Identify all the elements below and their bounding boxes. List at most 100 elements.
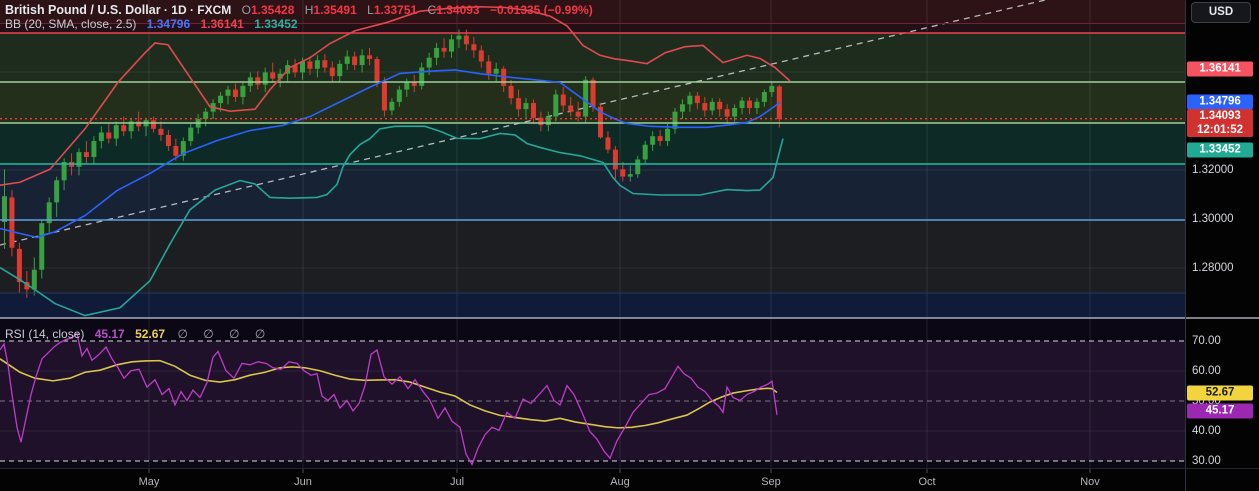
- axis-price-label: 70.00: [1192, 335, 1221, 347]
- axis-price-label: 60.00: [1192, 365, 1221, 377]
- background-zone: [0, 23, 1185, 33]
- month-label: May: [138, 476, 160, 488]
- candle-body: [471, 44, 477, 51]
- background-zone: [0, 293, 1185, 318]
- candle-body: [694, 95, 700, 104]
- background-zone: [0, 33, 1185, 82]
- candle-body: [493, 68, 499, 74]
- candle-body: [679, 104, 685, 112]
- candle-body: [434, 47, 440, 58]
- candle-body: [352, 56, 358, 66]
- candle-body: [203, 111, 209, 120]
- candle-body: [620, 169, 626, 177]
- candle-body: [151, 120, 156, 129]
- candle-body: [449, 39, 454, 52]
- candle-body: [218, 95, 224, 104]
- candle-body: [359, 55, 365, 66]
- candle-body: [54, 180, 60, 203]
- candle-body: [91, 141, 97, 157]
- candle-body: [173, 145, 179, 156]
- price-badge: 52.67: [1187, 385, 1253, 401]
- axis-price-label: 1.30000: [1192, 213, 1234, 225]
- price-badge: 1.34796: [1187, 94, 1253, 110]
- candle-body: [478, 50, 484, 62]
- candle-body: [761, 92, 767, 102]
- candle-body: [568, 105, 574, 112]
- trading-chart-window: British Pound / U.S. Dollar · 1D · FXCM …: [0, 0, 1259, 491]
- candle-body: [2, 196, 7, 222]
- candle-body: [374, 58, 380, 83]
- candle-body: [337, 63, 343, 77]
- candle-body: [396, 89, 402, 102]
- candle-body: [121, 125, 127, 132]
- candle-body: [665, 128, 671, 142]
- price-badge: 45.17: [1187, 403, 1253, 419]
- candle-body: [530, 103, 536, 118]
- candle-body: [523, 103, 529, 110]
- candle-body: [590, 79, 596, 107]
- candle-body: [344, 56, 350, 64]
- month-label: Sep: [761, 476, 781, 488]
- axis-price-label: 30.00: [1192, 455, 1221, 467]
- candle-body: [322, 60, 328, 68]
- axis-price-label: 40.00: [1192, 425, 1221, 437]
- candle-body: [553, 94, 559, 117]
- candle-body: [754, 101, 760, 108]
- candle-body: [717, 101, 723, 110]
- candle-body: [672, 111, 678, 129]
- month-label: Jul: [449, 476, 465, 488]
- background-zone: [0, 164, 1185, 220]
- candle-body: [307, 61, 313, 69]
- axis-price-label: 1.32000: [1192, 164, 1234, 176]
- candle-body: [411, 82, 417, 86]
- candle-body: [39, 223, 45, 270]
- candle-body: [724, 109, 730, 117]
- candle-body: [583, 79, 589, 117]
- candle-body: [769, 85, 775, 93]
- price-badge: 1.33452: [1187, 142, 1253, 158]
- candle-body: [31, 269, 37, 290]
- candle-body: [136, 121, 142, 127]
- candle-body: [709, 101, 715, 111]
- candle-body: [635, 159, 641, 175]
- current-price-badge: 1.34093 12:01:52: [1187, 109, 1253, 137]
- month-label: Oct: [918, 476, 936, 488]
- candle-body: [225, 89, 231, 96]
- chart-canvas[interactable]: [0, 0, 1259, 491]
- background-zone: [0, 0, 1185, 23]
- candle-body: [255, 77, 261, 85]
- candle-body: [106, 132, 112, 139]
- candle-body: [575, 111, 581, 117]
- candle-body: [314, 60, 320, 69]
- candle-body: [739, 100, 745, 108]
- candle-body: [702, 103, 708, 111]
- month-label: Aug: [610, 476, 630, 488]
- background-zone: [0, 341, 1185, 461]
- candle-body: [113, 125, 119, 139]
- candle-body: [486, 61, 492, 74]
- currency-button[interactable]: USD: [1191, 2, 1251, 23]
- background-zone: [0, 318, 1185, 341]
- candle-body: [9, 197, 15, 248]
- candle-body: [240, 85, 246, 97]
- candle-body: [367, 55, 373, 59]
- candle-body: [650, 136, 656, 145]
- candle-body: [747, 100, 752, 108]
- candle-body: [98, 132, 104, 142]
- candle-body: [463, 35, 469, 45]
- candle-body: [545, 116, 551, 126]
- candle-body: [389, 101, 395, 111]
- candle-body: [687, 95, 693, 105]
- candle-body: [188, 127, 194, 142]
- candle-body: [270, 72, 276, 79]
- countdown-timer: 12:01:52: [1196, 124, 1244, 136]
- candle-body: [232, 89, 238, 97]
- candle-body: [158, 128, 164, 135]
- candle-body: [329, 67, 335, 77]
- candle-body: [426, 57, 432, 68]
- month-label: Jun: [294, 476, 312, 488]
- candle-body: [560, 94, 566, 106]
- candle-body: [165, 134, 171, 146]
- candle-body: [612, 149, 618, 170]
- candle-body: [16, 248, 22, 283]
